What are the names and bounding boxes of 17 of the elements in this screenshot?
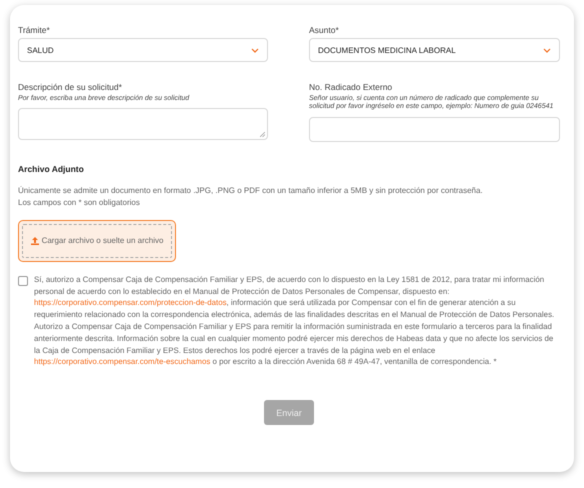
select-field[interactable]: DOCUMENTOS MEDICINA LABORAL [309,38,560,62]
help-text: Los campos con * son obligatorios [18,196,141,209]
upload-button[interactable]: Cargar archivo o suelte un archivo [18,220,176,262]
checkbox[interactable] [18,276,28,286]
upload-icon [30,236,39,245]
field-label: No. Radicado Externo [309,82,394,92]
text-area[interactable] [18,108,268,140]
select-field[interactable]: SALUD [18,38,268,62]
field-label: Trámite* [18,25,51,35]
section-title: Archivo Adjunto [18,164,85,174]
chevron-down-icon [251,48,259,52]
field-label: Descripción de su solicitud* [18,82,123,92]
chevron-down-icon [543,48,551,52]
resize-handle-icon [260,132,265,138]
help-text: Únicamente se admite un documento en formato .JPG, .PNG o PDF con un tamaño inferior a 5MB y sin protección por contraseña. [18,184,484,197]
field-label: Asunto* [309,25,340,35]
input-field[interactable] [309,116,560,142]
